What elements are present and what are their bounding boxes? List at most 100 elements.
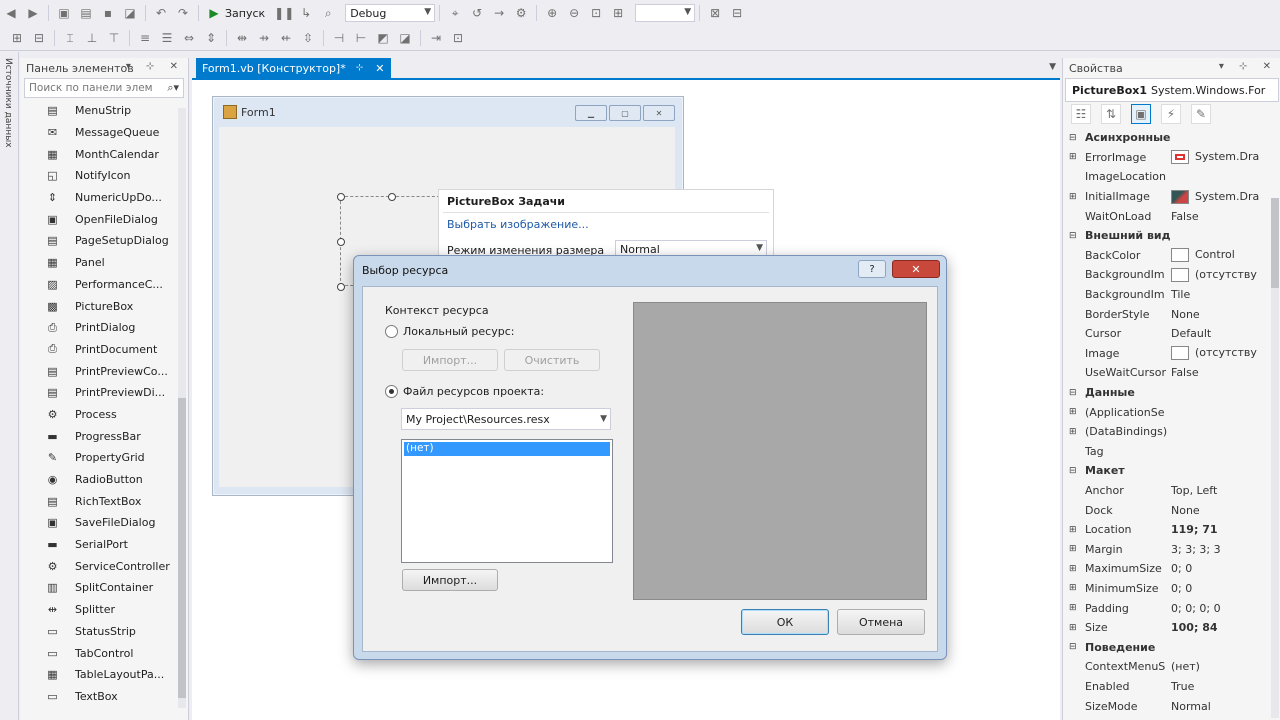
zoom-in-icon[interactable]: ⊕ xyxy=(543,4,561,22)
resource-file-select[interactable]: My Project\Resources.resx ▼ xyxy=(401,408,611,430)
scrollbar-thumb[interactable] xyxy=(178,398,186,698)
project-file-radio[interactable] xyxy=(385,385,398,398)
property-row[interactable]: BackColor Control xyxy=(1063,246,1280,266)
property-value[interactable]: Control xyxy=(1171,248,1271,263)
toolbox-item[interactable]: ⇕ NumericUpDo... xyxy=(20,187,188,209)
align-middles-icon[interactable]: ≡ xyxy=(136,29,154,47)
zoom-fit-icon[interactable]: ⊡ xyxy=(587,4,605,22)
toolbox-item[interactable]: ◉ RadioButton xyxy=(20,469,188,491)
property-value[interactable]: False xyxy=(1171,210,1271,223)
zoom-reset-icon[interactable]: ⊞ xyxy=(609,4,627,22)
toolbox-item[interactable]: ⚙ ServiceController xyxy=(20,555,188,577)
hspace-equal-icon[interactable]: ⇹ xyxy=(233,29,251,47)
save-all-icon[interactable]: ◪ xyxy=(121,4,139,22)
search-icon[interactable]: ⌕▾ xyxy=(167,81,179,95)
property-value[interactable]: 3; 3; 3; 3 xyxy=(1171,543,1271,556)
align-lefts-icon[interactable]: ⊟ xyxy=(30,29,48,47)
property-value[interactable]: 100; 84 xyxy=(1171,621,1271,634)
hspace-decrease-icon[interactable]: ⇷ xyxy=(277,29,295,47)
same-height-icon[interactable]: ⇕ xyxy=(202,29,220,47)
choose-image-link[interactable]: Выбрать изображение... xyxy=(447,218,589,231)
property-category[interactable]: ⊟ Данные xyxy=(1063,383,1280,403)
property-value[interactable]: Default xyxy=(1171,327,1271,340)
scrollbar-thumb[interactable] xyxy=(1271,198,1279,288)
property-row[interactable]: ⊞ Padding 0; 0; 0; 0 xyxy=(1063,598,1280,618)
property-value[interactable]: True xyxy=(1171,680,1271,693)
align-rights-icon[interactable]: ⊥ xyxy=(83,29,101,47)
property-value[interactable]: (нет) xyxy=(1171,660,1271,673)
toolbox-item[interactable]: ⇹ Splitter xyxy=(20,599,188,621)
expand-icon[interactable]: ⊞ xyxy=(1069,407,1081,417)
tab-order-icon[interactable]: ⇥ xyxy=(427,29,445,47)
property-row[interactable]: BackgroundIm Tile xyxy=(1063,285,1280,305)
property-row[interactable]: ⊞ ErrorImage System.Dra xyxy=(1063,148,1280,168)
find-icon[interactable]: ⌖ xyxy=(446,4,464,22)
clear-button[interactable]: Очистить xyxy=(504,349,600,371)
collapse-icon[interactable]: ⊟ xyxy=(1069,388,1081,398)
toolbox-search-input[interactable]: Поиск по панели элем ⌕▾ xyxy=(24,78,184,98)
resize-handle[interactable] xyxy=(337,283,345,291)
undo-icon[interactable]: ↶ xyxy=(152,4,170,22)
property-grid-scrollbar[interactable] xyxy=(1271,198,1279,718)
property-value[interactable]: 0; 0 xyxy=(1171,562,1271,575)
format-icon[interactable]: ⚙ xyxy=(512,4,530,22)
save-icon[interactable]: ▪ xyxy=(99,4,117,22)
back-icon[interactable]: ◀ xyxy=(2,4,20,22)
step-icon[interactable]: ↳ xyxy=(297,4,315,22)
expand-icon[interactable]: ⊞ xyxy=(1069,623,1081,633)
object-selector[interactable]: PictureBox1 System.Windows.For xyxy=(1065,78,1279,102)
toolbox-item[interactable]: ▤ PageSetupDialog xyxy=(20,230,188,252)
property-row[interactable]: Image (отсутству xyxy=(1063,344,1280,364)
toolbox-item[interactable]: ▦ Panel xyxy=(20,252,188,274)
property-value[interactable]: (отсутству xyxy=(1171,267,1271,282)
resize-handle[interactable] xyxy=(337,238,345,246)
property-row[interactable]: ⊞ InitialImage System.Dra xyxy=(1063,187,1280,207)
property-value[interactable]: Normal xyxy=(1171,700,1271,713)
toolbox-item[interactable]: ▭ TabControl xyxy=(20,642,188,664)
property-pages-icon[interactable]: ✎ xyxy=(1191,104,1211,124)
property-row[interactable]: ⊞ MaximumSize 0; 0 xyxy=(1063,559,1280,579)
configuration-select[interactable]: Debug ▼ xyxy=(345,4,436,22)
expand-icon[interactable]: ⊞ xyxy=(1069,544,1081,554)
chevron-down-icon[interactable]: ▼ xyxy=(1049,62,1056,72)
toolbox-item[interactable]: ▣ SaveFileDialog xyxy=(20,512,188,534)
toolbox-item[interactable]: ⎙ PrintDialog xyxy=(20,317,188,339)
expand-icon[interactable]: ⊞ xyxy=(1069,564,1081,574)
toolbox-item[interactable]: ⚙ Process xyxy=(20,404,188,426)
align-tops-icon[interactable]: ⊤ xyxy=(105,29,123,47)
layout-icon[interactable]: ⊠ xyxy=(706,4,724,22)
property-category[interactable]: ⊟ Внешний вид xyxy=(1063,226,1280,246)
property-value[interactable]: None xyxy=(1171,308,1271,321)
cancel-button[interactable]: Отмена xyxy=(837,609,925,635)
categorized-icon[interactable]: ☷ xyxy=(1071,104,1091,124)
property-row[interactable]: Dock None xyxy=(1063,500,1280,520)
expand-icon[interactable]: ⊞ xyxy=(1069,603,1081,613)
property-row[interactable]: Tag xyxy=(1063,442,1280,462)
property-value[interactable]: 0; 0 xyxy=(1171,582,1271,595)
property-value[interactable]: False xyxy=(1171,366,1271,379)
toolbox-item[interactable]: ▭ TextBox xyxy=(20,686,188,708)
tab-form1-designer[interactable]: Form1.vb [Конструктор]* ⊹ ✕ xyxy=(196,58,391,78)
property-row[interactable]: WaitOnLoad False xyxy=(1063,206,1280,226)
toolbox-item[interactable]: ✎ PropertyGrid xyxy=(20,447,188,469)
comment-icon[interactable]: ↺ xyxy=(468,4,486,22)
local-resource-radio[interactable] xyxy=(385,325,398,338)
expand-icon[interactable]: ⊞ xyxy=(1069,427,1081,437)
property-category[interactable]: ⊟ Асинхронные xyxy=(1063,128,1280,148)
zoom-out-icon[interactable]: ⊖ xyxy=(565,4,583,22)
toolbox-item[interactable]: ◱ NotifyIcon xyxy=(20,165,188,187)
expand-icon[interactable]: ⊞ xyxy=(1069,525,1081,535)
property-value[interactable]: System.Dra xyxy=(1171,150,1271,165)
toolbox-item[interactable]: ✉ MessageQueue xyxy=(20,122,188,144)
property-row[interactable]: BorderStyle None xyxy=(1063,304,1280,324)
import-button[interactable]: Импорт... xyxy=(402,569,498,591)
vspace-equal-icon[interactable]: ⇳ xyxy=(299,29,317,47)
expand-icon[interactable]: ⊞ xyxy=(1069,152,1081,162)
property-category[interactable]: ⊟ Макет xyxy=(1063,461,1280,481)
toolbox-item[interactable]: ▦ MonthCalendar xyxy=(20,143,188,165)
open-icon[interactable]: ▤ xyxy=(77,4,95,22)
close-icon[interactable]: ✕ xyxy=(375,62,384,75)
help-button[interactable]: ? xyxy=(858,260,886,278)
toolbox-item[interactable]: ▦ TableLayoutPa... xyxy=(20,664,188,686)
property-value[interactable]: 119; 71 xyxy=(1171,523,1271,536)
